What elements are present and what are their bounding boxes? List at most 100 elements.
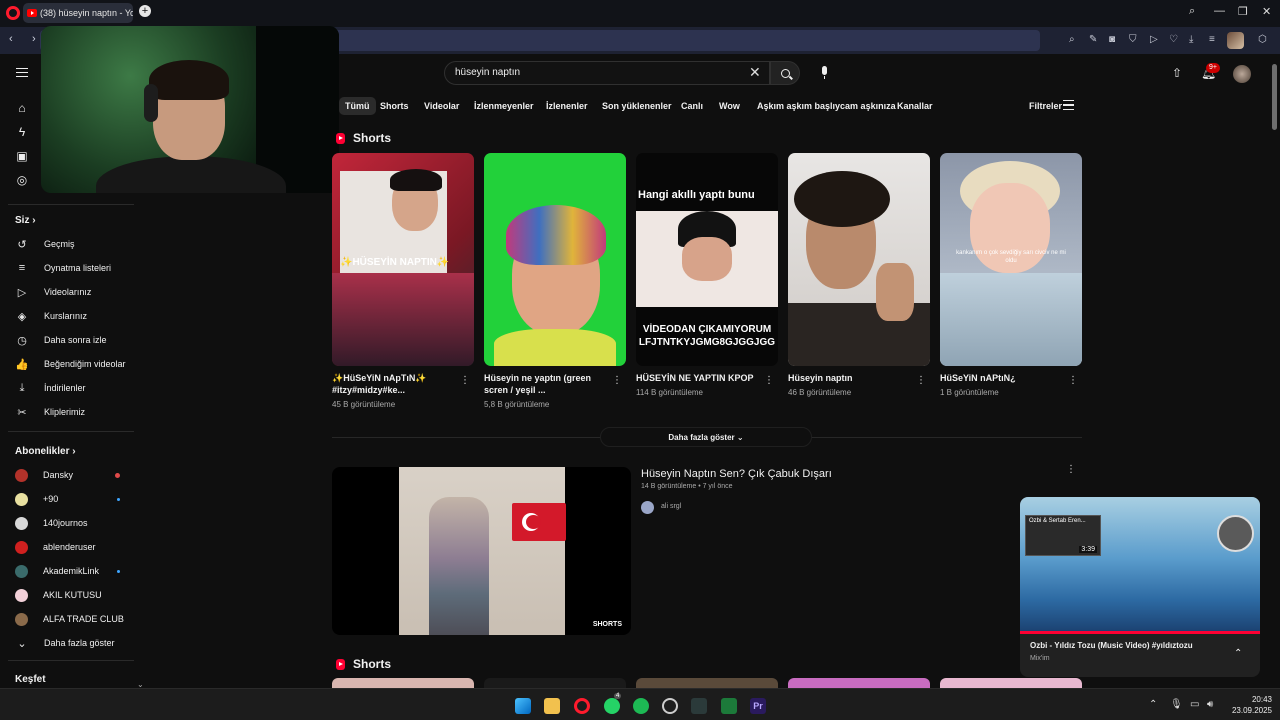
subscriptions-heading[interactable]: Abonelikler ›	[15, 446, 76, 457]
sidebar-item[interactable]: ▷ Videolarınız	[0, 282, 140, 302]
chip-filter[interactable]: Shorts	[374, 97, 415, 115]
end-card[interactable]: Ozbi & Sertab Eren... 3:39	[1025, 515, 1101, 556]
channel-avatar[interactable]	[1217, 515, 1254, 552]
system-clock[interactable]: 20:43 23.09.2025	[1226, 694, 1272, 716]
whatsapp-icon[interactable]	[604, 698, 620, 714]
subscription-item[interactable]: ablenderuser	[0, 537, 140, 557]
channel-name[interactable]: ali srgl	[661, 503, 681, 510]
chip-filter[interactable]: İzlenmeyenler	[468, 97, 540, 115]
chip-filter[interactable]: Son yüklenenler	[596, 97, 678, 115]
close-window-button[interactable]: ✕	[1262, 5, 1271, 18]
download-icon[interactable]: ⤓	[1189, 34, 1193, 45]
app-icon[interactable]	[721, 698, 737, 714]
file-explorer-icon[interactable]	[544, 698, 560, 714]
subscription-item[interactable]: Dansky	[0, 465, 140, 485]
subscription-item[interactable]: 140journos	[0, 513, 140, 533]
short-thumbnail[interactable]	[636, 678, 778, 688]
channel-avatar[interactable]	[641, 501, 654, 514]
clear-search-icon[interactable]: ✕	[749, 64, 761, 81]
short-title[interactable]: Hüseyin naptın	[788, 372, 908, 384]
short-thumbnail[interactable]	[484, 153, 626, 366]
premiere-pro-icon[interactable]: Pr	[750, 698, 766, 714]
opera-icon[interactable]	[574, 698, 590, 714]
chip-filter[interactable]: Canlı	[675, 97, 709, 115]
tray-expand-icon[interactable]: ⌃	[1149, 699, 1157, 710]
search-button[interactable]	[770, 61, 800, 85]
short-thumbnail[interactable]	[788, 678, 930, 688]
video-thumbnail[interactable]: SHORTS	[332, 467, 631, 635]
camera-icon[interactable]: ◙	[1109, 34, 1115, 45]
search-input[interactable]: hüseyin naptın	[444, 61, 770, 85]
short-thumbnail[interactable]: ✨HÜSEYİN NAPTIN✨	[332, 153, 474, 366]
short-title[interactable]: Hüseyin ne yaptın (green scren / yeşil .…	[484, 372, 604, 396]
chip-filter[interactable]: Kanallar	[891, 97, 939, 115]
short-title[interactable]: HüSeYiN nAPtıN¿	[940, 372, 1060, 384]
search-tabs-icon[interactable]: ⌕	[1189, 5, 1195, 18]
miniplayer-video[interactable]: Ozbi & Sertab Eren... 3:39	[1020, 497, 1260, 634]
music-icon[interactable]: ◎	[15, 173, 29, 187]
volume-icon[interactable]: 🔊︎	[1207, 699, 1213, 710]
subscription-item[interactable]: +90	[0, 489, 140, 509]
forward-button[interactable]: ›	[32, 33, 36, 45]
sidebar-item[interactable]: 👍 Beğendiğim videolar	[0, 354, 140, 374]
sidebar-item[interactable]: ◷ Daha sonra izle	[0, 330, 140, 350]
sidebar-item[interactable]: ↺ Geçmiş	[0, 234, 140, 254]
browser-tab[interactable]: (38) hüseyin naptın - You	[23, 3, 133, 23]
sidebar-item[interactable]: ✂ Kliplerimiz	[0, 402, 140, 422]
subscription-item[interactable]: ALFA TRADE CLUB	[0, 609, 140, 629]
chip-all[interactable]: Tümü	[339, 97, 376, 115]
chip-filter[interactable]: Videolar	[418, 97, 465, 115]
more-options-icon[interactable]: ⋮	[916, 375, 926, 386]
spotify-icon[interactable]	[633, 698, 649, 714]
chevron-up-icon[interactable]: ⌃	[1234, 648, 1242, 659]
microphone-icon[interactable]	[822, 66, 827, 79]
display-icon[interactable]: ▭	[1190, 699, 1199, 710]
minimize-button[interactable]: —	[1214, 5, 1225, 17]
you-heading[interactable]: Siz ›	[15, 215, 36, 226]
more-options-icon[interactable]: ⋮	[460, 375, 470, 386]
shield-icon[interactable]: ⛉	[1129, 34, 1137, 45]
restore-button[interactable]: ❐	[1238, 5, 1248, 18]
shorts-icon[interactable]: ϟ	[15, 125, 29, 139]
video-title[interactable]: Hüseyin Naptın Sen? Çık Çabuk Dışarı	[641, 468, 832, 480]
upload-icon[interactable]: ⇧	[1172, 66, 1182, 80]
windows-start-icon[interactable]	[515, 698, 531, 714]
more-options-icon[interactable]: ⋮	[764, 375, 774, 386]
show-more-subs[interactable]: ⌄ Daha fazla göster	[0, 633, 140, 653]
short-card[interactable]: ✨HÜSEYİN NAPTIN✨ ✨HüSeYiN nApTıN✨ #itzy#…	[332, 153, 474, 409]
more-options-icon[interactable]: ⋮	[1066, 464, 1076, 475]
short-thumbnail[interactable]	[940, 678, 1082, 688]
short-thumbnail[interactable]: kankanım o çok sevdiğiy sarı civciv ne m…	[940, 153, 1082, 366]
short-card[interactable]: kankanım o çok sevdiğiy sarı civciv ne m…	[940, 153, 1082, 397]
browser-profile-avatar[interactable]	[1227, 32, 1244, 49]
short-thumbnail[interactable]	[484, 678, 626, 688]
short-thumbnail[interactable]	[788, 153, 930, 366]
opera-logo-icon[interactable]	[6, 6, 20, 20]
miniplayer-title[interactable]: Ozbi - Yıldız Tozu (Music Video) #yıldız…	[1030, 641, 1193, 650]
menu-icon[interactable]: ≡	[1209, 34, 1215, 45]
home-icon[interactable]: ⌂	[15, 101, 29, 115]
microphone-icon[interactable]: 🎙︎	[1170, 699, 1183, 710]
chip-filter[interactable]: İzlenenler	[540, 97, 594, 115]
short-title[interactable]: ✨HüSeYiN nApTıN✨ #itzy#midzy#ke...	[332, 372, 452, 396]
menu-icon[interactable]	[16, 68, 28, 77]
back-button[interactable]: ‹	[9, 33, 13, 45]
new-tab-button[interactable]: +	[139, 5, 151, 17]
subscriptions-icon[interactable]: ▣	[15, 149, 29, 163]
account-avatar[interactable]	[1233, 65, 1251, 83]
more-options-icon[interactable]: ⋮	[612, 375, 622, 386]
scrollbar[interactable]	[1271, 57, 1277, 685]
miniplayer[interactable]: Ozbi & Sertab Eren... 3:39 Ozbi - Yıldız…	[1020, 497, 1260, 677]
search-icon[interactable]: ⌕	[1069, 34, 1075, 45]
edit-icon[interactable]: ✎	[1089, 34, 1097, 45]
short-card[interactable]: Hüseyin naptın 46 B görüntüleme ⋮	[788, 153, 930, 397]
sidebar-item[interactable]: ≡ Oynatma listeleri	[0, 258, 140, 278]
sidebar-item[interactable]: ◈ Kurslarınız	[0, 306, 140, 326]
progress-bar[interactable]	[1020, 631, 1260, 634]
subscription-item[interactable]: AKIL KUTUSU	[0, 585, 140, 605]
chip-filter[interactable]: Aşkım aşkım başlıycam aşkınıza	[751, 97, 902, 115]
extension-icon[interactable]: ⬡	[1258, 34, 1267, 45]
show-more-shorts-button[interactable]: Daha fazla göster ⌄	[600, 427, 812, 447]
short-card[interactable]: Hangi akıllı yaptı bunu VİDEODAN ÇIKAMIY…	[636, 153, 778, 397]
filters-icon[interactable]	[1063, 100, 1074, 110]
